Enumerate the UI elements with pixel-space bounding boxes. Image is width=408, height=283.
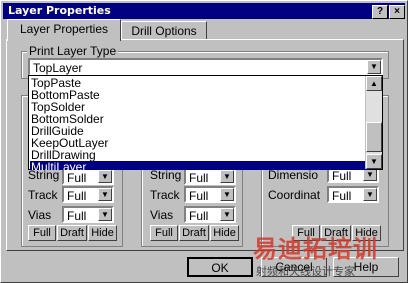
string-select[interactable]: Full ▼ — [184, 168, 236, 185]
vias-select[interactable]: Full ▼ — [184, 206, 236, 223]
print-layer-type-select[interactable]: TopLayer ▼ — [28, 58, 383, 76]
coordinate-select[interactable]: Full ▼ — [327, 186, 379, 203]
draft-button[interactable]: Draft — [57, 225, 87, 241]
list-item-selected[interactable]: MultiLayer — [30, 161, 369, 170]
vias-select[interactable]: Full ▼ — [62, 206, 114, 223]
vias-label: Vias — [150, 208, 174, 222]
layer-properties-dialog: Layer Properties ? × Layer Properties Dr… — [0, 0, 408, 283]
print-layer-type-value: TopLayer — [33, 61, 83, 75]
tab-layer-properties[interactable]: Layer Properties — [7, 19, 121, 41]
title-bar[interactable]: Layer Properties ? × — [3, 3, 405, 19]
scroll-down-icon[interactable]: ▼ — [366, 154, 382, 169]
watermark-logo-text: 易迪拓培训 — [253, 235, 378, 263]
chevron-down-icon[interactable]: ▼ — [220, 208, 234, 221]
chevron-down-icon[interactable]: ▼ — [98, 188, 112, 201]
hide-button[interactable]: Hide — [88, 225, 117, 241]
help-question-button[interactable]: ? — [372, 5, 388, 19]
coordinate-value: Full — [332, 189, 352, 203]
chevron-down-icon[interactable]: ▼ — [220, 188, 234, 201]
tab-drill-options[interactable]: Drill Options — [121, 21, 207, 40]
vias-value: Full — [189, 209, 209, 223]
full-button[interactable]: Full — [150, 225, 178, 241]
vias-label: Vias — [28, 208, 52, 222]
scroll-up-icon[interactable]: ▲ — [366, 76, 382, 91]
draft-button[interactable]: Draft — [179, 225, 209, 241]
string-label: String — [150, 168, 182, 182]
close-button[interactable]: × — [389, 5, 405, 19]
string-select[interactable]: Full ▼ — [62, 168, 114, 185]
track-select[interactable]: Full ▼ — [184, 186, 236, 203]
track-value: Full — [189, 189, 209, 203]
chevron-down-icon[interactable]: ▼ — [98, 208, 112, 221]
hide-button[interactable]: Hide — [210, 225, 239, 241]
list-item[interactable]: DrillDrawing — [31, 149, 96, 161]
chevron-down-icon[interactable]: ▼ — [363, 188, 377, 201]
chevron-down-icon[interactable]: ▼ — [220, 170, 234, 183]
string-label: String — [28, 168, 60, 182]
chevron-down-icon[interactable]: ▼ — [367, 60, 381, 74]
vias-value: Full — [67, 209, 87, 223]
track-value: Full — [67, 189, 87, 203]
ok-button[interactable]: OK — [187, 257, 253, 277]
dimension-value: Full — [332, 169, 352, 183]
track-select[interactable]: Full ▼ — [62, 186, 114, 203]
window-title: Layer Properties — [8, 4, 111, 17]
print-layer-type-label: Print Layer Type — [27, 44, 119, 58]
track-label: Track — [150, 188, 180, 202]
string-value: Full — [189, 171, 209, 185]
track-label: Track — [28, 188, 58, 202]
string-value: Full — [67, 171, 87, 185]
chevron-down-icon[interactable]: ▼ — [98, 170, 112, 183]
full-button[interactable]: Full — [28, 225, 56, 241]
coordinate-label: Coordinat — [268, 188, 321, 202]
watermark-tagline: 射频和天线设计专家 — [256, 265, 355, 278]
listbox-scrollbar[interactable]: ▲ ▼ — [365, 76, 382, 169]
print-layer-type-listbox[interactable]: TopPaste BottomPaste TopSolder BottomSol… — [28, 75, 383, 170]
dimension-label: Dimensio — [268, 168, 319, 182]
scroll-thumb[interactable] — [366, 122, 382, 152]
